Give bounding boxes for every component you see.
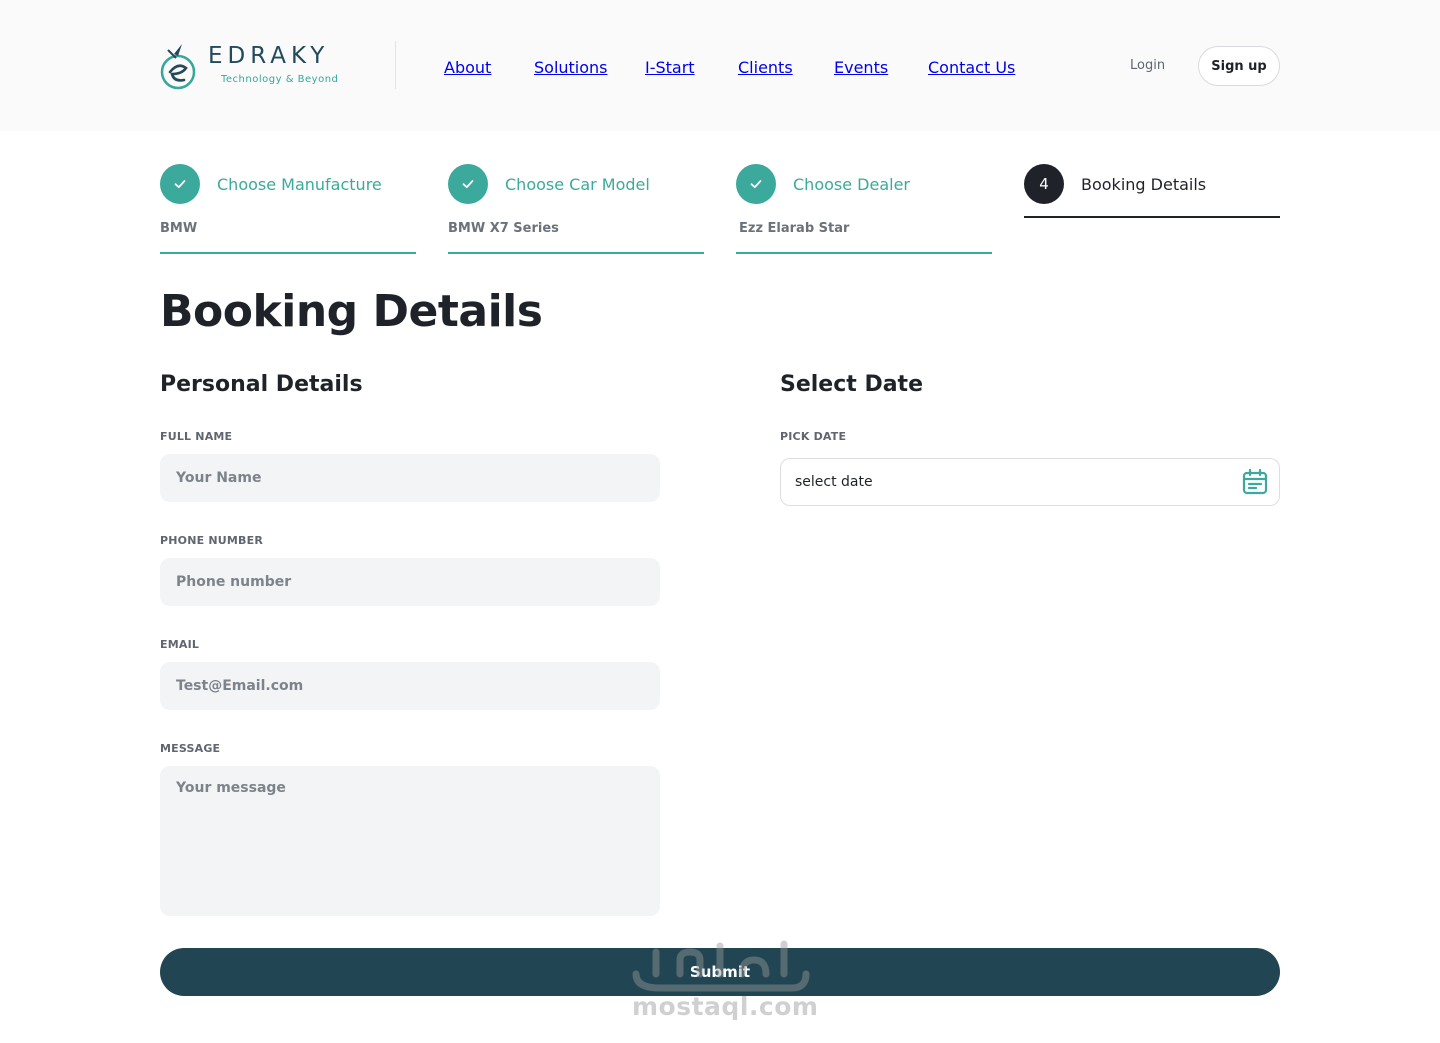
step-progress-line	[1024, 216, 1280, 218]
step-number: 4	[1024, 164, 1064, 204]
login-link[interactable]: Login	[1130, 58, 1165, 73]
step-title: Choose Car Model	[505, 175, 650, 194]
site-header: EDRAKY Technology & Beyond About Solutio…	[0, 0, 1440, 131]
logo-mark-icon	[160, 44, 196, 90]
full-name-input[interactable]	[160, 454, 660, 502]
submit-button[interactable]: Submit	[160, 948, 1280, 996]
email-label: EMAIL	[160, 638, 200, 651]
select-date-title: Select Date	[780, 372, 923, 397]
header-divider	[395, 41, 396, 89]
step-selected-value: BMW	[160, 221, 198, 236]
message-textarea[interactable]	[160, 766, 660, 916]
nav-events[interactable]: Events	[834, 58, 888, 77]
step-title: Choose Dealer	[793, 175, 910, 194]
step-check-icon	[736, 164, 776, 204]
nav-contact-us[interactable]: Contact Us	[928, 58, 1015, 77]
logo-tagline: Technology & Beyond	[221, 74, 339, 85]
nav-solutions[interactable]: Solutions	[534, 58, 608, 77]
step-title: Choose Manufacture	[217, 175, 382, 194]
edraky-logo[interactable]: EDRAKY Technology & Beyond	[160, 40, 360, 92]
phone-number-label: PHONE NUMBER	[160, 534, 264, 547]
step-progress-line	[736, 252, 992, 254]
step-check-icon	[160, 164, 200, 204]
nav-i-start[interactable]: I-Start	[645, 58, 695, 77]
date-picker[interactable]	[780, 458, 1280, 506]
logo-wordmark: EDRAKY	[208, 43, 330, 69]
step-title: Booking Details	[1081, 175, 1207, 194]
step-progress-line	[160, 252, 416, 254]
nav-about[interactable]: About	[444, 58, 491, 77]
message-label: MESSAGE	[160, 742, 221, 755]
page-title: Booking Details	[160, 286, 543, 337]
email-input[interactable]	[160, 662, 660, 710]
date-input[interactable]	[795, 459, 1215, 504]
pick-date-label: PICK DATE	[780, 430, 847, 443]
full-name-label: FULL NAME	[160, 430, 233, 443]
calendar-icon[interactable]	[1241, 468, 1269, 496]
step-selected-value: Ezz Elarab Star	[739, 221, 850, 236]
nav-clients[interactable]: Clients	[738, 58, 793, 77]
step-check-icon	[448, 164, 488, 204]
step-selected-value: BMW X7 Series	[448, 221, 559, 236]
personal-details-title: Personal Details	[160, 372, 363, 397]
watermark-text: mostaql.com	[632, 992, 819, 1021]
signup-button[interactable]: Sign up	[1198, 46, 1280, 86]
phone-number-input[interactable]	[160, 558, 660, 606]
step-progress-line	[448, 252, 704, 254]
